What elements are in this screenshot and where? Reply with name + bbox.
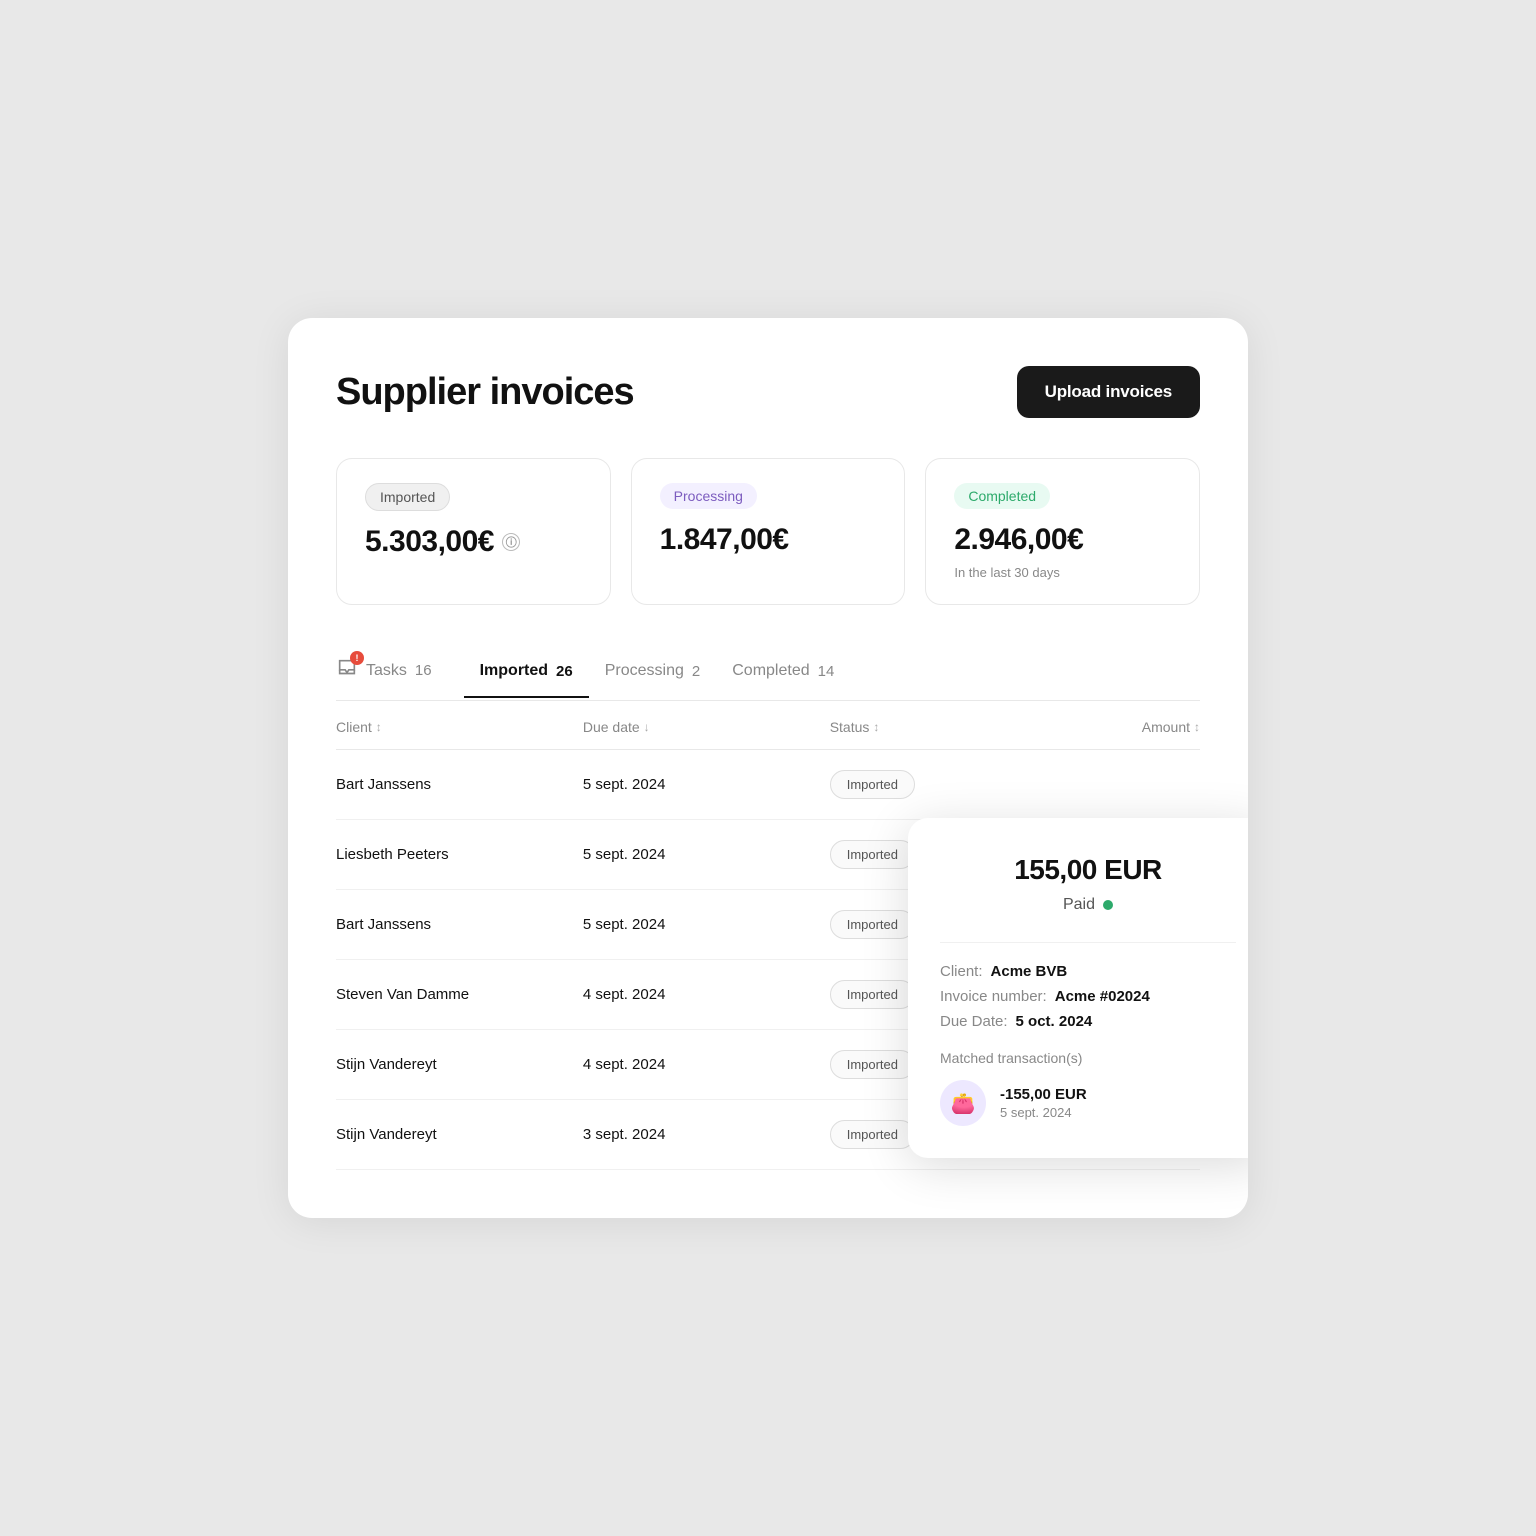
- popup-divider: [940, 942, 1236, 943]
- sort-icon-due-date: ↓: [644, 720, 650, 734]
- popup-detail-invoice: Invoice number: Acme #02024: [940, 988, 1236, 1005]
- app-container: Supplier invoices Upload invoices Import…: [288, 318, 1248, 1218]
- detail-popup: 155,00 EUR Paid Client: Acme BVB Invoice…: [908, 818, 1248, 1158]
- tab-processing[interactable]: Processing 2: [589, 648, 717, 698]
- popup-paid-status: Paid: [940, 896, 1236, 914]
- td-due-date-2: 5 sept. 2024: [583, 916, 830, 933]
- card-amount-imported: 5.303,00€ ⓘ: [365, 525, 582, 559]
- tabs: ! Tasks 16 Imported 26 Processing 2 Comp…: [336, 645, 1200, 701]
- status-badge-4: Imported: [830, 1050, 915, 1079]
- status-badge-5: Imported: [830, 1120, 915, 1149]
- popup-matched-title: Matched transaction(s): [940, 1050, 1236, 1066]
- card-amount-completed: 2.946,00€: [954, 523, 1171, 557]
- tab-processing-count: 2: [692, 663, 700, 680]
- popup-detail-client: Client: Acme BVB: [940, 963, 1236, 980]
- tab-imported-count: 26: [556, 663, 573, 680]
- sort-icon-amount: ↕: [1194, 720, 1200, 734]
- td-due-date-5: 3 sept. 2024: [583, 1126, 830, 1143]
- td-due-date-4: 4 sept. 2024: [583, 1056, 830, 1073]
- status-badge-1: Imported: [830, 840, 915, 869]
- header: Supplier invoices Upload invoices: [336, 366, 1200, 418]
- card-completed[interactable]: Completed 2.946,00€ In the last 30 days: [925, 458, 1200, 605]
- card-badge-processing: Processing: [660, 483, 757, 509]
- th-status[interactable]: Status ↕: [830, 719, 1015, 735]
- page-title: Supplier invoices: [336, 371, 634, 414]
- card-processing[interactable]: Processing 1.847,00€: [631, 458, 906, 605]
- card-imported[interactable]: Imported 5.303,00€ ⓘ: [336, 458, 611, 605]
- th-due-date[interactable]: Due date ↓: [583, 719, 830, 735]
- paid-status-dot: [1103, 900, 1113, 910]
- card-badge-completed: Completed: [954, 483, 1050, 509]
- task-icon-wrap: !: [336, 657, 358, 684]
- tab-tasks[interactable]: ! Tasks 16: [336, 645, 452, 700]
- tab-tasks-label: Tasks: [366, 662, 407, 680]
- popup-detail-due-date: Due Date: 5 oct. 2024: [940, 1013, 1236, 1030]
- card-amount-processing: 1.847,00€: [660, 523, 877, 557]
- th-amount[interactable]: Amount ↕: [1015, 719, 1200, 735]
- status-badge-2: Imported: [830, 910, 915, 939]
- th-client[interactable]: Client ↕: [336, 719, 583, 735]
- td-due-date-1: 5 sept. 2024: [583, 846, 830, 863]
- td-due-date-3: 4 sept. 2024: [583, 986, 830, 1003]
- transaction-date: 5 sept. 2024: [1000, 1105, 1087, 1120]
- tab-completed-label: Completed: [732, 662, 809, 680]
- wallet-icon: 👛: [951, 1091, 976, 1116]
- td-due-date-0: 5 sept. 2024: [583, 776, 830, 793]
- td-client-5: Stijn Vandereyt: [336, 1126, 583, 1143]
- card-badge-imported: Imported: [365, 483, 450, 511]
- td-client-0: Bart Janssens: [336, 776, 583, 793]
- td-client-1: Liesbeth Peeters: [336, 846, 583, 863]
- table-header: Client ↕ Due date ↓ Status ↕ Amount ↕: [336, 701, 1200, 750]
- tab-completed-count: 14: [818, 663, 835, 680]
- td-status-0: Imported: [830, 770, 1015, 799]
- td-client-3: Steven Van Damme: [336, 986, 583, 1003]
- tab-completed[interactable]: Completed 14: [716, 648, 850, 698]
- sort-icon-status: ↕: [873, 720, 879, 734]
- status-badge-3: Imported: [830, 980, 915, 1009]
- tab-tasks-count: 16: [415, 662, 432, 679]
- transaction-details: -155,00 EUR 5 sept. 2024: [1000, 1086, 1087, 1120]
- popup-transaction: 👛 -155,00 EUR 5 sept. 2024: [940, 1080, 1236, 1126]
- tab-imported[interactable]: Imported 26: [464, 648, 589, 698]
- transaction-icon-wrap: 👛: [940, 1080, 986, 1126]
- sort-icon-client: ↕: [376, 720, 382, 734]
- table-row[interactable]: Bart Janssens 5 sept. 2024 Imported: [336, 750, 1200, 820]
- info-icon[interactable]: ⓘ: [502, 533, 520, 551]
- status-badge-0: Imported: [830, 770, 915, 799]
- transaction-amount: -155,00 EUR: [1000, 1086, 1087, 1103]
- task-badge: !: [350, 651, 364, 665]
- summary-cards: Imported 5.303,00€ ⓘ Processing 1.847,00…: [336, 458, 1200, 605]
- td-client-2: Bart Janssens: [336, 916, 583, 933]
- upload-invoices-button[interactable]: Upload invoices: [1017, 366, 1200, 418]
- tab-processing-label: Processing: [605, 662, 684, 680]
- td-client-4: Stijn Vandereyt: [336, 1056, 583, 1073]
- popup-amount: 155,00 EUR: [940, 854, 1236, 886]
- card-subtitle-completed: In the last 30 days: [954, 565, 1171, 580]
- tab-imported-label: Imported: [480, 662, 548, 680]
